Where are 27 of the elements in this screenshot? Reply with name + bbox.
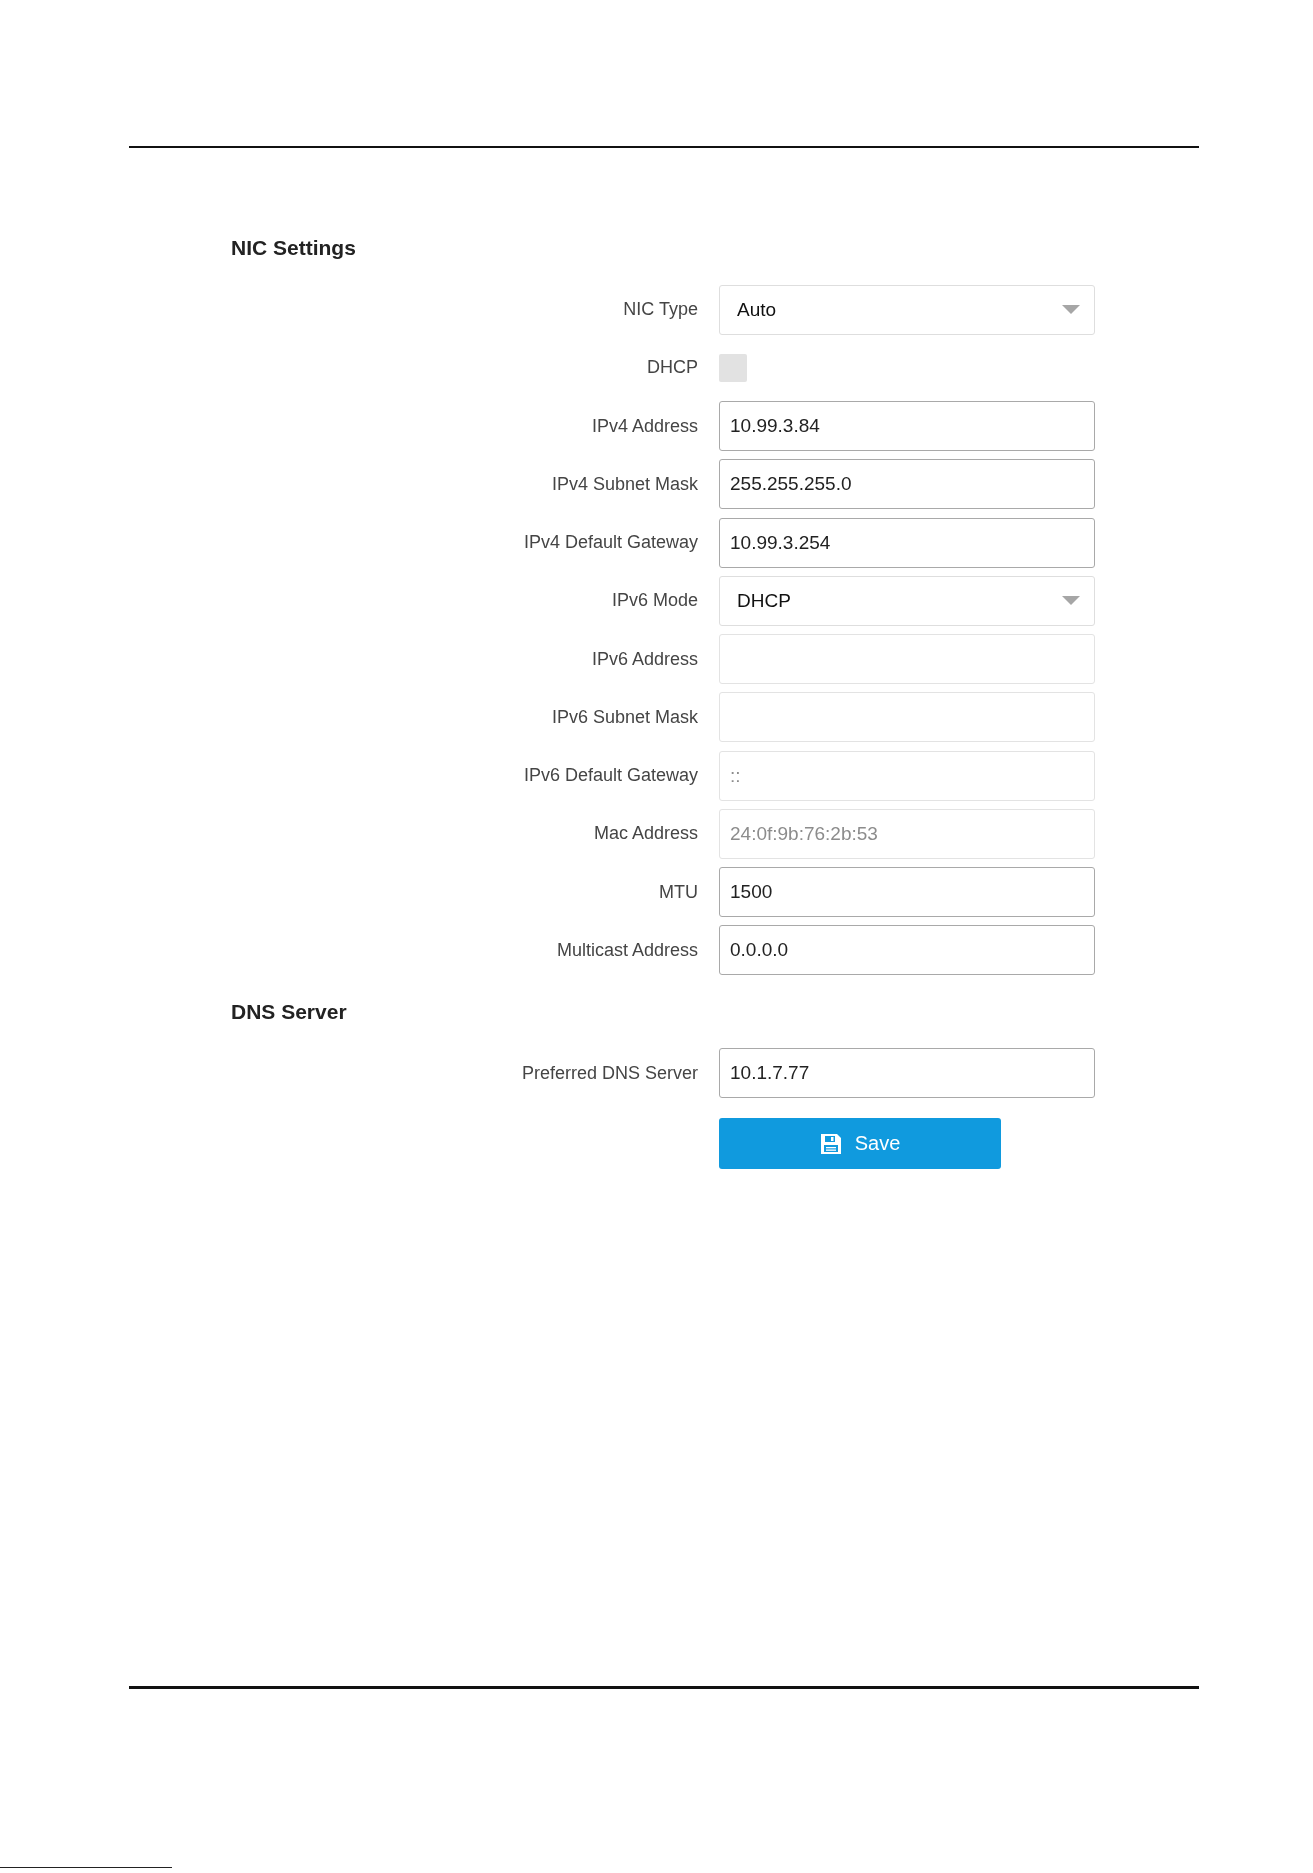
section-heading: NIC Settings (231, 236, 356, 260)
field-label: DHCP (647, 357, 698, 379)
checkbox[interactable] (719, 353, 747, 382)
input-field[interactable]: 0.0.0.0 (719, 925, 1095, 976)
caret-icon (1062, 596, 1080, 606)
field-label: MTU (659, 881, 698, 903)
field-label: IPv4 Address (591, 415, 698, 437)
field-label: IPv6 Address (591, 648, 698, 670)
input-field[interactable]: 10.1.7.77 (719, 1048, 1095, 1099)
field-label: IPv6 Subnet Mask (551, 706, 698, 728)
input-field[interactable]: 10.99.3.254 (719, 517, 1095, 568)
field-label: Multicast Address (556, 939, 698, 961)
caret-icon (1062, 305, 1080, 314)
field-label: IPv6 Default Gateway (523, 765, 698, 787)
dropdown[interactable]: DHCP (719, 575, 1095, 626)
input-field[interactable]: 1500 (719, 867, 1095, 918)
field-label: NIC Type (623, 299, 698, 320)
section-heading: DNS Server (231, 999, 347, 1024)
field-label: IPv6 Mode (611, 590, 698, 612)
field-label: IPv4 Subnet Mask (551, 473, 698, 495)
dropdown[interactable]: Auto (719, 284, 1095, 335)
input-field[interactable]: 10.99.3.84 (719, 401, 1095, 452)
input-field[interactable]: 255.255.255.0 (719, 459, 1095, 510)
field-label: Mac Address (593, 823, 698, 845)
save-icon (819, 1132, 842, 1155)
field-label: Preferred DNS Server (521, 1062, 698, 1084)
field-label: IPv4 Default Gateway (523, 532, 698, 554)
